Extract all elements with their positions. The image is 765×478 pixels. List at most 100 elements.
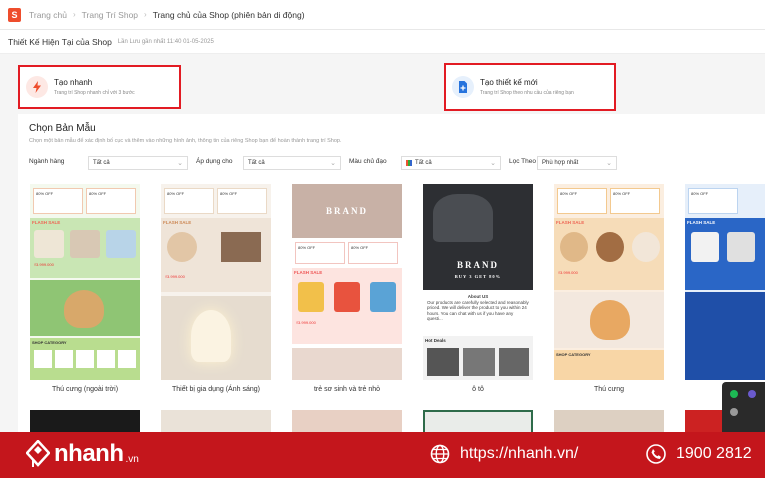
dog-photo [30, 280, 140, 336]
spotify-icon[interactable] [730, 390, 738, 398]
current-design-title: Thiết Kế Hiện Tại của Shop [8, 36, 112, 47]
price-text: ₫3.999.000 [296, 320, 316, 325]
template-label[interactable]: Thú cưng [554, 386, 664, 393]
template-thumbnail-row2[interactable] [30, 410, 140, 434]
lamp-image [167, 232, 197, 262]
filter-select-sort[interactable]: Phù hợp nhất ⌄ [537, 156, 617, 170]
template-thumbnail-row2[interactable] [423, 410, 533, 434]
cat-photo [554, 292, 664, 348]
new-design-desc: Trang trí Shop theo nhu cầu của riêng bạ… [480, 90, 574, 96]
document-plus-icon [452, 76, 474, 98]
product-image [70, 230, 100, 258]
filter-select-apply[interactable]: Tất cả ⌄ [243, 156, 341, 170]
shop-category-text: SHOP CATEGORY [32, 340, 67, 345]
voucher-text: 80% OFF [220, 191, 238, 196]
brand-text: BRAND [325, 206, 368, 216]
dog-image [632, 232, 660, 262]
template-label[interactable]: Thiết bị gia dụng (Ánh sáng) [161, 386, 271, 393]
phone-link[interactable]: 1900 2812 [646, 444, 752, 464]
filter-value: Phù hợp nhất [542, 160, 579, 166]
phone-text: 1900 2812 [676, 445, 752, 462]
brand-banner: BRAND [292, 184, 402, 238]
last-saved-text: Lần Lưu gần nhất 11:40 01-05-2025 [117, 38, 214, 45]
template-label[interactable]: ô tô [423, 386, 533, 393]
voucher-card: 80% OFF [33, 188, 83, 214]
template-thumbnail-baby[interactable]: BRAND 80% OFF 80% OFF FLASH SALE ₫3.999.… [292, 184, 402, 380]
template-thumbnail-pets-outdoor[interactable]: 80% OFF 80% OFF FLASH SALE ₫3.999.000 SH… [30, 184, 140, 380]
lamp-image [191, 310, 231, 362]
shop-category-text: SHOP CATEGORY [556, 352, 591, 357]
flash-sale-block: FLASH SALE ₫3.999.000 [30, 218, 140, 278]
template-thumbnail-row2[interactable] [161, 410, 271, 434]
panel-title: Chọn Bản Mẫu [29, 123, 96, 134]
new-design-card[interactable]: Tạo thiết kế mới Trang trí Shop theo nhu… [444, 63, 616, 111]
viber-icon[interactable] [748, 390, 756, 398]
website-link[interactable]: https://nhanh.vn/ [430, 444, 578, 464]
category-tile [34, 350, 52, 368]
voucher-text: 80% OFF [36, 191, 54, 196]
template-thumbnail-home-appliance[interactable]: 80% OFF 80% OFF FLASH SALE ₫3.999.000 [161, 184, 271, 380]
brand-tld: .vn [125, 453, 139, 465]
breadcrumb-current: Trang chủ của Shop (phiên bản di động) [152, 9, 305, 20]
chevron-down-icon: ⌄ [330, 160, 336, 167]
dog-image [596, 232, 624, 262]
chevron-down-icon: ⌄ [490, 160, 496, 167]
product-image [727, 232, 755, 262]
app-icon[interactable] [730, 408, 738, 416]
about-section: About US Our products are carefully sele… [427, 294, 529, 334]
chevron-right-icon: › [144, 10, 147, 19]
flash-sale-text: FLASH SALE [163, 220, 192, 225]
template-thumbnail-car[interactable]: BRAND BUY 3 GET 80% About US Our product… [423, 184, 533, 380]
cat-image [590, 300, 630, 340]
breadcrumb-shop-decoration[interactable]: Trang Trí Shop [82, 10, 138, 20]
dog-image [64, 290, 104, 328]
template-thumbnail-pets[interactable]: 80% OFF 80% OFF FLASH SALE ₫3.999.000 SH… [554, 184, 664, 380]
nhanh-mark-icon [26, 440, 50, 467]
template-thumbnail-row2[interactable] [554, 410, 664, 434]
baby-photo [292, 348, 402, 380]
footer-banner: nhanh .vn https://nhanh.vn/ 1900 2812 [0, 432, 765, 478]
product-image [427, 348, 459, 376]
nhanh-logo[interactable]: nhanh .vn [26, 440, 139, 468]
quick-create-title: Tạo nhanh [54, 78, 93, 87]
template-label[interactable]: Thú cưng (ngoài trời) [30, 386, 140, 393]
template-label[interactable]: trẻ sơ sinh và trẻ nhỏ [292, 386, 402, 393]
shopee-logo-icon[interactable]: S [8, 7, 21, 22]
product-image [34, 230, 64, 258]
filter-select-category[interactable]: Tất cả ⌄ [88, 156, 188, 170]
voucher-card: 80% OFF [610, 188, 660, 214]
filter-bar: Ngành hàng Tất cả ⌄ Áp dụng cho Tất cả ⌄ M… [29, 156, 749, 170]
filter-label-category: Ngành hàng [29, 158, 65, 165]
flash-sale-block: FLASH SALE ₫3.999.000 [292, 268, 402, 344]
voucher-text: 80% OFF [613, 191, 631, 196]
new-design-title: Tạo thiết kế mới [480, 78, 538, 87]
template-thumbnail-electronics[interactable]: 80% OFF FLASH SALE [685, 184, 765, 380]
car-interior-image [433, 194, 493, 242]
voucher-card: 80% OFF [348, 242, 398, 264]
voucher-card: 80% OFF [164, 188, 214, 214]
quick-create-card[interactable]: Tạo nhanh Trang trí Shop nhanh chỉ với 3… [18, 65, 181, 109]
product-image [463, 348, 495, 376]
floating-widget[interactable] [722, 382, 765, 432]
voucher-card: 80% OFF [557, 188, 607, 214]
product-image [106, 230, 136, 258]
template-thumbnail-row2[interactable] [292, 410, 402, 434]
flash-sale-text: FLASH SALE [687, 220, 716, 225]
breadcrumb-bar: S Trang chủ › Trang Trí Shop › Trang chủ… [0, 0, 765, 30]
panel-description: Chọn một bản mẫu để xác định bố cục và t… [29, 138, 342, 144]
globe-icon [430, 444, 450, 464]
filter-label-sort: Lọc Theo [509, 158, 536, 165]
toy-image [370, 282, 396, 312]
quick-create-desc: Trang trí Shop nhanh chỉ với 3 bước [54, 90, 135, 96]
breadcrumb-home[interactable]: Trang chủ [29, 10, 67, 20]
phone-icon [646, 444, 666, 464]
flash-sale-block: FLASH SALE [685, 218, 765, 290]
voucher-text: 80% OFF [167, 191, 185, 196]
lightning-icon [26, 76, 48, 98]
category-tile [118, 350, 136, 368]
shop-category-block: SHOP CATEGORY [554, 350, 664, 380]
flash-sale-text: FLASH SALE [32, 220, 61, 225]
filter-select-color[interactable]: Tất cả ⌄ [401, 156, 501, 170]
category-tile [76, 350, 94, 368]
flash-sale-block: FLASH SALE ₫3.999.000 [554, 218, 664, 290]
